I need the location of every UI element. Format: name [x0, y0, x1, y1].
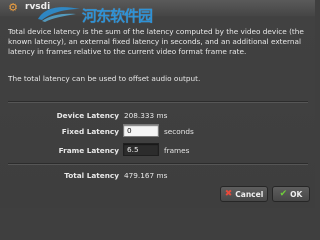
ok-button[interactable]: ✔ OK — [272, 186, 310, 202]
description-note: The total latency can be used to offset … — [8, 74, 201, 83]
cancel-icon: ✖ — [224, 188, 233, 199]
fixed-latency-input[interactable]: 0 — [123, 124, 159, 137]
total-latency-label: Total Latency — [64, 171, 119, 180]
cancel-button[interactable]: ✖ Cancel — [220, 186, 268, 202]
device-latency-label: Device Latency — [56, 111, 119, 120]
fixed-latency-unit: seconds — [164, 127, 194, 136]
watermark-logo — [38, 7, 80, 22]
separator-top — [8, 101, 308, 103]
cancel-button-label: Cancel — [235, 189, 264, 199]
check-icon: ✔ — [279, 188, 288, 199]
ok-button-label: OK — [290, 189, 303, 199]
frame-latency-unit: frames — [164, 146, 190, 155]
description-text: Total device latency is the sum of the l… — [8, 27, 304, 57]
frame-latency-input[interactable]: 6.5 — [123, 143, 159, 156]
frame-latency-label: Frame Latency — [58, 146, 119, 155]
device-latency-value: 208.333 ms — [124, 111, 168, 120]
separator-bottom — [8, 163, 308, 165]
latency-dialog: ⚙ rvsdi 河东软件园 Total device latency is th… — [0, 0, 315, 208]
gear-icon: ⚙ — [8, 1, 18, 14]
watermark-text: 河东软件园 — [82, 7, 153, 25]
fixed-latency-label: Fixed Latency — [61, 127, 119, 136]
total-latency-value: 479.167 ms — [124, 171, 168, 180]
